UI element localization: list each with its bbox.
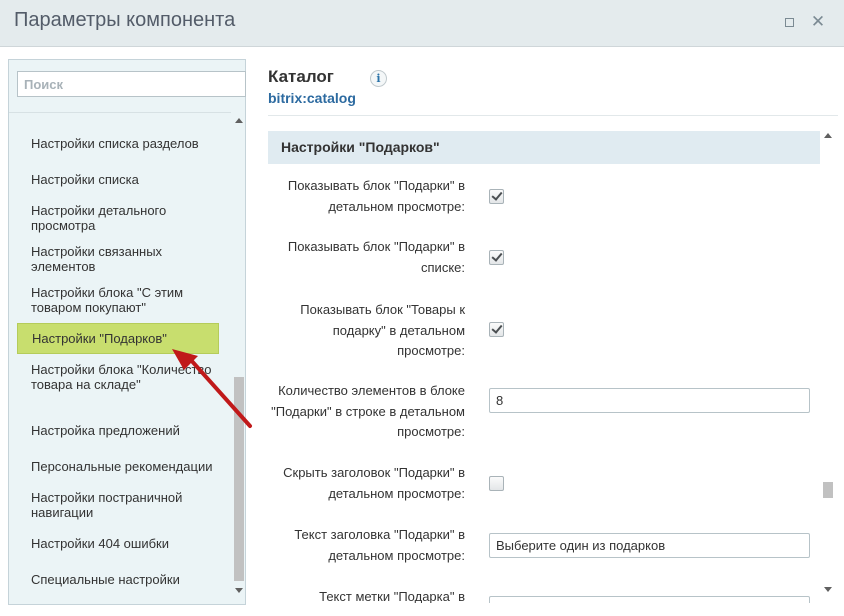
- close-icon[interactable]: ✕: [808, 12, 828, 32]
- sidebar-item-related[interactable]: Настройки связанных элементов: [17, 244, 219, 274]
- window-titlebar: Параметры компонента ✕: [0, 0, 844, 47]
- sidebar-item-special[interactable]: Специальные настройки: [17, 572, 219, 587]
- sidebar-scroll-thumb[interactable]: [234, 377, 244, 581]
- sidebar-scrollbar[interactable]: [233, 116, 245, 600]
- scroll-up-icon[interactable]: [824, 133, 832, 138]
- sidebar-item-also-bought[interactable]: Настройки блока "С этим товаром покупают…: [17, 285, 219, 315]
- param-checkbox-show-gift-goods[interactable]: [489, 322, 504, 337]
- param-checkbox-show-gifts-list[interactable]: [489, 250, 504, 265]
- component-code: bitrix:catalog: [268, 90, 356, 106]
- sidebar-item-recommendations[interactable]: Персональные рекомендации: [17, 459, 219, 474]
- param-input-gift-mark-text[interactable]: [489, 596, 810, 603]
- scroll-down-icon[interactable]: [824, 587, 832, 592]
- sidebar-item-cutoff: ‾ ‾ ‾ ‾ ‾ ‾ ‾ ‾ ‾: [31, 112, 99, 122]
- sidebar-item-detail[interactable]: Настройки детального просмотра: [17, 203, 219, 233]
- scroll-down-icon[interactable]: [235, 588, 243, 593]
- sidebar-item-list[interactable]: Настройки списка: [17, 172, 219, 187]
- divider: [268, 115, 838, 116]
- maximize-icon[interactable]: [780, 12, 800, 32]
- sidebar-item-offers[interactable]: Настройка предложений: [17, 423, 219, 438]
- search-input[interactable]: [17, 71, 246, 97]
- sidebar-item-sections-list[interactable]: Настройки списка разделов: [17, 136, 219, 151]
- component-title: Каталог: [268, 67, 334, 86]
- sidebar-item-gifts[interactable]: Настройки "Подарков": [17, 323, 219, 354]
- param-label-hide-gifts-title: Скрыть заголовок "Подарки" в детальном п…: [283, 465, 465, 501]
- param-label-show-gift-goods: Показывать блок "Товары к подарку" в дет…: [300, 302, 465, 358]
- param-input-gifts-count[interactable]: [489, 388, 810, 413]
- sidebar-list: ‾ ‾ ‾ ‾ ‾ ‾ ‾ ‾ ‾ Настройки списка разде…: [9, 112, 231, 602]
- main-scroll-thumb[interactable]: [823, 482, 833, 498]
- param-label-show-gifts-list: Показывать блок "Подарки" в списке:: [287, 239, 465, 275]
- window-title: Параметры компонента: [14, 9, 236, 31]
- param-input-gifts-title-text[interactable]: [489, 533, 810, 558]
- section-header: Настройки "Подарков": [268, 131, 820, 164]
- param-checkbox-hide-gifts-title[interactable]: [489, 476, 504, 491]
- sidebar-item-404[interactable]: Настройки 404 ошибки: [17, 536, 219, 551]
- main-scrollbar[interactable]: [822, 131, 834, 601]
- param-label-gift-mark-text: Текст метки "Подарка" в: [319, 589, 465, 603]
- sidebar: ‾ ‾ ‾ ‾ ‾ ‾ ‾ ‾ ‾ Настройки списка разде…: [8, 59, 246, 605]
- scroll-up-icon[interactable]: [235, 118, 243, 123]
- sidebar-item-pagination[interactable]: Настройки постраничной навигации: [17, 490, 219, 520]
- main-panel: Каталог i bitrix:catalog Настройки "Пода…: [260, 59, 844, 609]
- param-checkbox-show-gifts-detail[interactable]: [489, 189, 504, 204]
- param-label-gifts-count: Количество элементов в блоке "Подарки" в…: [271, 383, 465, 439]
- param-label-show-gifts-detail: Показывать блок "Подарки" в детальном пр…: [287, 178, 465, 214]
- sidebar-item-stock[interactable]: Настройки блока "Количество товара на ск…: [17, 362, 219, 392]
- param-label-gifts-title-text: Текст заголовка "Подарки" в детальном пр…: [294, 527, 465, 563]
- info-icon[interactable]: i: [370, 70, 387, 87]
- params-form: Настройки "Подарков" Показывать блок "По…: [268, 131, 820, 603]
